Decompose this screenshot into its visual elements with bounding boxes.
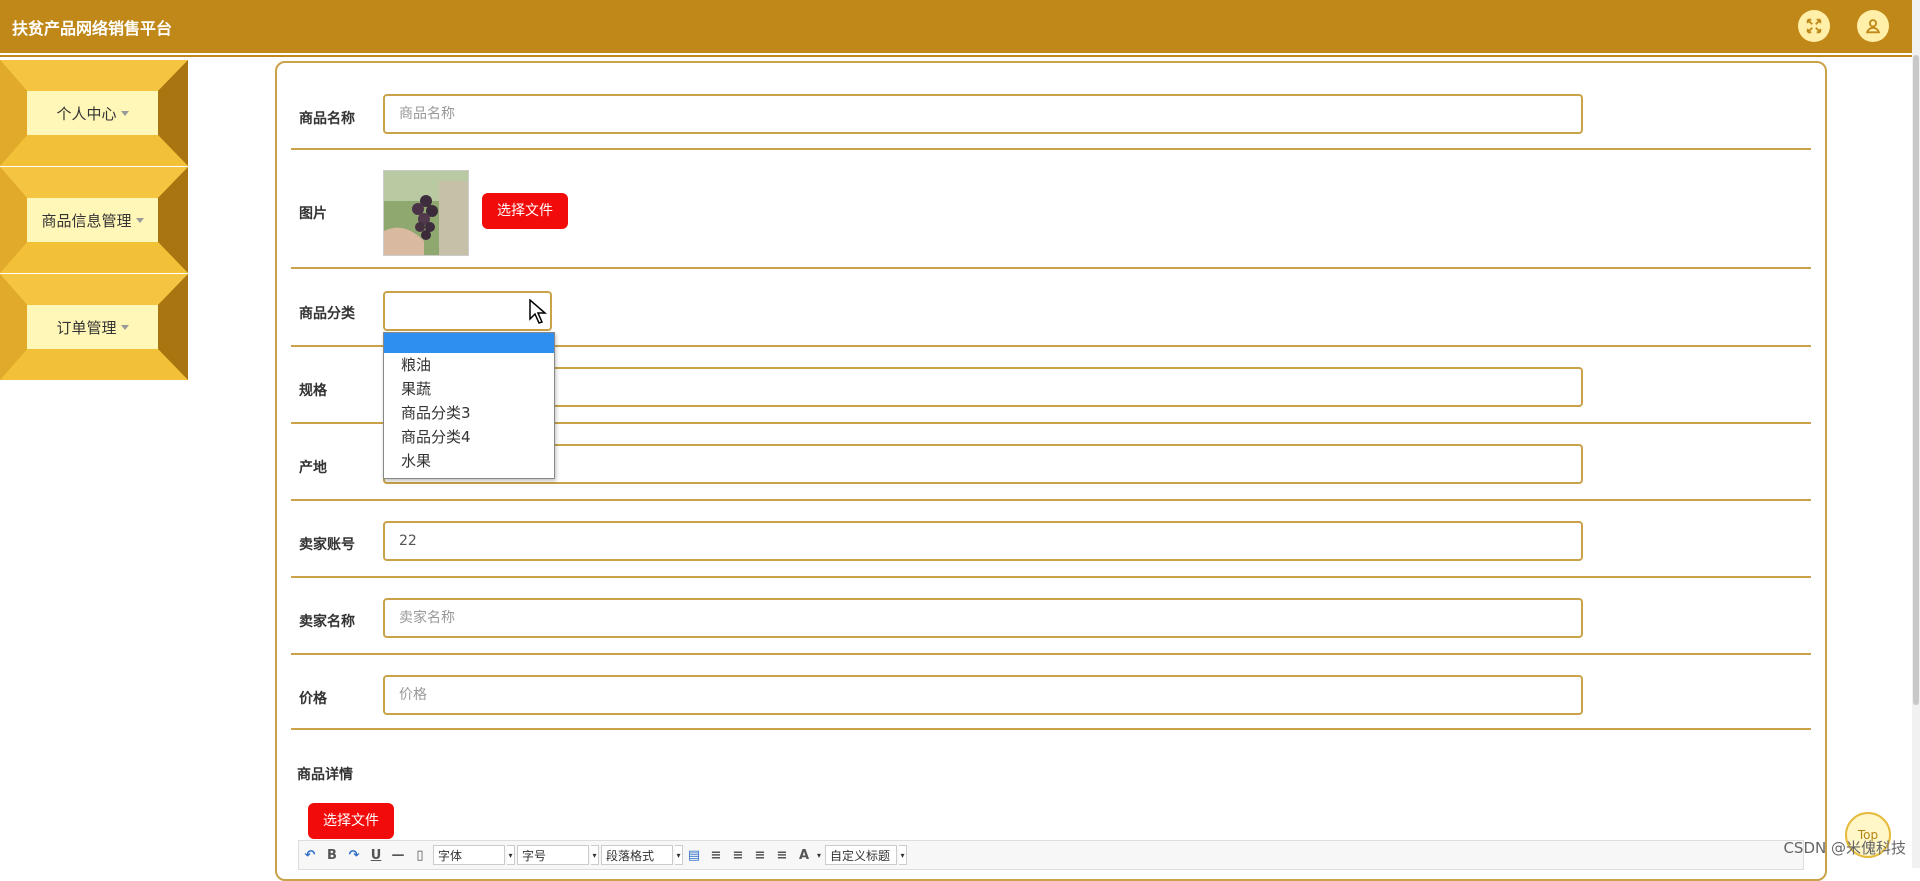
- field-label: 卖家账号: [299, 537, 355, 553]
- form-row-image: 图片 选择文件: [291, 150, 1811, 269]
- mouse-cursor-icon: [529, 299, 547, 324]
- align-center-icon[interactable]: ≡: [749, 848, 771, 863]
- dropdown-option[interactable]: 水果: [384, 449, 554, 473]
- seller-name-input[interactable]: [383, 598, 1583, 638]
- sidebar-item-personal-center[interactable]: 个人中心: [0, 60, 188, 166]
- dropdown-arrow-icon[interactable]: ▾: [507, 845, 515, 865]
- form-row-seller-name: 卖家名称: [291, 578, 1811, 655]
- document-icon[interactable]: ▯: [409, 848, 431, 863]
- align-left-icon[interactable]: ≡: [705, 848, 727, 863]
- sidebar-item-order-management[interactable]: 订单管理: [0, 274, 188, 380]
- product-name-input[interactable]: [383, 94, 1583, 134]
- price-input[interactable]: [383, 675, 1583, 715]
- dropdown-arrow-icon[interactable]: ▾: [899, 845, 907, 865]
- app-title: 扶贫产品网络销售平台: [12, 19, 173, 38]
- dropdown-option[interactable]: 商品分类3: [384, 401, 554, 425]
- product-image-thumbnail: [383, 170, 469, 256]
- horizontal-rule-icon[interactable]: —: [387, 848, 409, 863]
- sidebar-item-product-management[interactable]: 商品信息管理: [0, 167, 188, 273]
- choose-image-file-button[interactable]: 选择文件: [482, 193, 568, 229]
- form-row-price: 价格: [291, 655, 1811, 730]
- category-select[interactable]: [383, 291, 552, 331]
- sidebar-item-label: 订单管理: [56, 318, 117, 337]
- dropdown-arrow-icon[interactable]: ▾: [591, 845, 599, 865]
- sidebar-item-face: 个人中心: [27, 91, 158, 135]
- caret-down-icon: [120, 110, 129, 116]
- choose-details-file-button[interactable]: 选择文件: [308, 803, 394, 839]
- caret-down-icon: [135, 217, 144, 223]
- font-color-icon[interactable]: A: [793, 848, 815, 863]
- sidebar-item-label: 商品信息管理: [41, 211, 132, 230]
- user-icon[interactable]: [1857, 10, 1889, 42]
- table-icon[interactable]: ▤: [683, 848, 705, 863]
- field-label: 产地: [299, 460, 327, 476]
- field-label: 卖家名称: [299, 614, 355, 630]
- paragraph-format-select[interactable]: 段落格式: [601, 845, 673, 865]
- dropdown-arrow-icon[interactable]: ▾: [815, 845, 823, 865]
- seller-account-input[interactable]: [383, 521, 1583, 561]
- origin-input[interactable]: [383, 444, 1583, 484]
- spec-input[interactable]: [383, 367, 1583, 407]
- redo-icon[interactable]: ↷: [343, 848, 365, 863]
- undo-icon[interactable]: ↶: [299, 848, 321, 863]
- rich-editor-toolbar: ↶ B ↷ U — ▯ 字体 ▾ 字号 ▾ 段落格式 ▾ ▤ ≡ ≡ ≡ ≡ A…: [298, 840, 1804, 870]
- dropdown-option[interactable]: 粮油: [384, 353, 554, 377]
- caret-down-icon: [120, 324, 129, 330]
- field-label: 价格: [299, 691, 327, 707]
- form-row-seller-account: 卖家账号: [291, 501, 1811, 578]
- font-family-select[interactable]: 字体: [433, 845, 505, 865]
- dropdown-option[interactable]: 果蔬: [384, 377, 554, 401]
- form-row-name: 商品名称: [291, 72, 1811, 150]
- watermark: CSDN @米傀科技: [1783, 839, 1906, 857]
- dropdown-arrow-icon[interactable]: ▾: [675, 845, 683, 865]
- dropdown-option[interactable]: 商品分类4: [384, 425, 554, 449]
- dropdown-option[interactable]: [384, 333, 554, 353]
- category-dropdown-list: 粮油 果蔬 商品分类3 商品分类4 水果: [383, 332, 555, 479]
- sidebar-item-label: 个人中心: [56, 104, 117, 123]
- align-right-icon[interactable]: ≡: [727, 848, 749, 863]
- bold-icon[interactable]: B: [321, 848, 343, 863]
- custom-title-select[interactable]: 自定义标题: [825, 845, 897, 865]
- page-scrollbar[interactable]: [1912, 0, 1920, 868]
- scrollbar-thumb[interactable]: [1913, 55, 1919, 705]
- font-size-select[interactable]: 字号: [517, 845, 589, 865]
- sidebar-item-face: 商品信息管理: [27, 198, 158, 242]
- underline-icon[interactable]: U: [365, 848, 387, 863]
- sidebar: 个人中心 商品信息管理 订单管理: [0, 60, 188, 381]
- details-label: 商品详情: [297, 767, 353, 783]
- fullscreen-icon[interactable]: [1798, 10, 1830, 42]
- field-label: 图片: [299, 206, 327, 222]
- align-justify-icon[interactable]: ≡: [771, 848, 793, 863]
- field-label: 商品名称: [299, 111, 355, 127]
- field-label: 规格: [299, 383, 327, 399]
- top-header: 扶贫产品网络销售平台: [0, 0, 1912, 57]
- sidebar-item-face: 订单管理: [27, 305, 158, 349]
- field-label: 商品分类: [299, 306, 355, 322]
